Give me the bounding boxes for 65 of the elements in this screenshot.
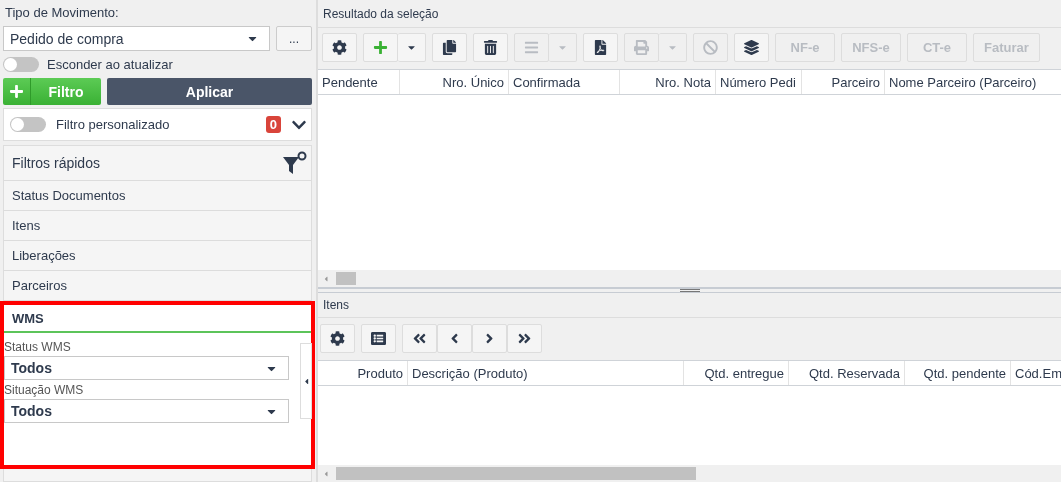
toolbar-button[interactable]	[473, 33, 508, 62]
field-label: Situação WMS	[4, 383, 85, 397]
settings-icon	[330, 331, 345, 346]
toolbar-button[interactable]	[583, 33, 618, 62]
splitter-handle[interactable]	[318, 287, 1061, 293]
column-header[interactable]: Nro. Único	[400, 70, 509, 94]
more-button[interactable]: ...	[276, 26, 312, 51]
apply-button[interactable]: Aplicar	[107, 78, 312, 105]
field-label: Status WMS	[4, 340, 72, 354]
column-header[interactable]: Número Pedi	[716, 70, 802, 94]
copy-icon	[442, 40, 457, 55]
section-header[interactable]: WMS	[4, 305, 311, 333]
toolbar-button[interactable]	[402, 324, 437, 353]
toolbar-button[interactable]	[361, 324, 396, 353]
toolbar-button[interactable]	[507, 324, 542, 353]
double-left-icon	[412, 331, 427, 346]
stack-icon	[744, 40, 759, 55]
pdf-file-icon	[593, 40, 608, 55]
column-header[interactable]: Descrição (Produto)	[408, 361, 684, 385]
document-blocked-icon	[703, 40, 718, 55]
count-badge: 0	[265, 116, 281, 133]
double-right-icon	[517, 331, 532, 346]
column-header[interactable]: Pendente	[318, 70, 400, 94]
column-header[interactable]: Parceiro	[802, 70, 885, 94]
printer-icon	[634, 40, 649, 55]
pane-title: Itens	[318, 293, 1061, 318]
toolbar-button[interactable]	[320, 324, 355, 353]
caret-icon	[322, 274, 330, 283]
scrollbar-thumb[interactable]	[336, 467, 696, 480]
pane-title: Resultado da seleção	[318, 0, 1061, 28]
column-header[interactable]: Qtd. Reservada	[789, 361, 905, 385]
column-header[interactable]: Cód.Em	[1011, 361, 1061, 385]
toggle-switch[interactable]	[3, 57, 39, 72]
select-field[interactable]: Todos	[4, 356, 289, 380]
section-header[interactable]: Itens	[4, 211, 311, 241]
column-header[interactable]: Qtd. pendente	[905, 361, 1011, 385]
plus-icon	[373, 40, 388, 55]
dropdown-button[interactable]	[398, 33, 426, 62]
toolbar-button[interactable]	[322, 33, 357, 62]
column-header[interactable]: Qtd. entregue	[684, 361, 789, 385]
section-header[interactable]: Liberações	[4, 241, 311, 271]
toggle-label: Esconder ao atualizar	[47, 57, 173, 72]
filter-clear-icon	[281, 150, 307, 176]
toolbar-button[interactable]	[734, 33, 769, 62]
column-header[interactable]: Produto	[318, 361, 408, 385]
lines-icon	[524, 40, 539, 55]
toggle-label: Filtro personalizado	[56, 117, 170, 132]
select-field[interactable]: Todos	[4, 399, 289, 423]
field-label: Tipo de Movimento:	[4, 4, 120, 22]
toolbar-button[interactable]	[472, 324, 507, 353]
panel-title: Filtros rápidos	[12, 155, 100, 171]
caret-icon	[322, 469, 330, 478]
list-icon	[371, 331, 386, 346]
settings-icon	[332, 40, 347, 55]
trash-icon	[483, 40, 498, 55]
toggle-switch[interactable]	[10, 117, 46, 132]
section-header[interactable]: Status Documentos	[4, 181, 311, 211]
toolbar-button[interactable]	[432, 33, 467, 62]
collapse-tab[interactable]	[300, 343, 312, 419]
column-header[interactable]: Confirmada	[509, 70, 620, 94]
toolbar-button[interactable]	[437, 324, 472, 353]
movement-type-select[interactable]: Pedido de compra	[3, 26, 270, 51]
column-header[interactable]: Nro. Nota	[620, 70, 716, 94]
column-header[interactable]: Nome Parceiro (Parceiro)	[885, 70, 1061, 94]
scrollbar-thumb[interactable]	[336, 272, 356, 285]
